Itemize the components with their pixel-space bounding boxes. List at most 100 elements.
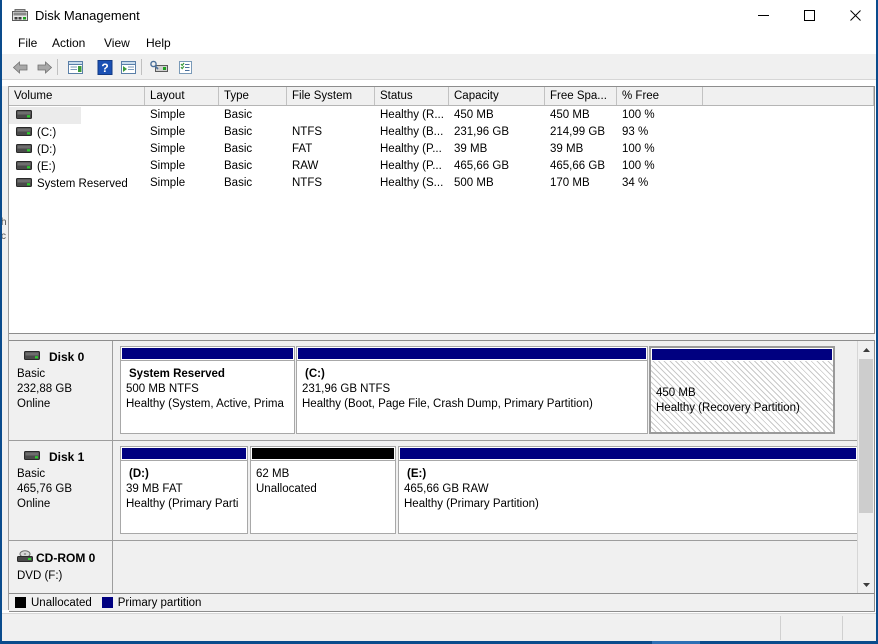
legend-label-unallocated: Unallocated: [31, 596, 92, 609]
console-tree-stub[interactable]: hc: [2, 86, 9, 610]
partition-block[interactable]: 62 MB Unallocated: [250, 446, 396, 534]
menu-file[interactable]: File: [12, 35, 43, 52]
cell-free-space: 465,66 GB: [550, 160, 605, 172]
partition-block[interactable]: System Reserved 500 MB NTFS Healthy (Syste…: [120, 346, 295, 434]
column-header-layout[interactable]: Layout: [145, 87, 219, 105]
back-arrow-icon[interactable]: [9, 57, 31, 77]
volume-name-cell[interactable]: [9, 107, 81, 124]
partition-block[interactable]: (E:) 465,66 GB RAW Healthy (Primary Partit…: [398, 446, 858, 534]
volume-row[interactable]: Simple Basic Healthy (R... 450 MB 450 MB 100 …: [9, 107, 874, 124]
disk-size-label: 465,76 GB: [17, 483, 72, 495]
volume-row[interactable]: System Reserved Simple Basic NTFS Healthy (S…: [9, 175, 874, 192]
column-header-type[interactable]: Type: [219, 87, 287, 105]
partition-color-bar: [251, 447, 395, 460]
scrollbar-thumb[interactable]: [859, 359, 873, 513]
cell-pct-free: 93 %: [622, 126, 649, 138]
column-header-free[interactable]: % Free: [617, 87, 703, 105]
disk-type-label: Basic: [17, 468, 46, 480]
maximize-button[interactable]: [786, 0, 832, 31]
column-header-free-spa[interactable]: Free Spa...: [545, 87, 617, 105]
cell-file-system: [287, 107, 375, 124]
cell-capacity: 39 MB: [454, 143, 488, 155]
volume-name-cell[interactable]: (C:): [9, 124, 145, 141]
svg-text:?: ?: [101, 61, 108, 75]
cell-free-space: 39 MB: [550, 143, 584, 155]
partition-status: Healthy (Boot, Page File, Crash Dump, Pr…: [302, 398, 593, 410]
cell-pct-free: 100 %: [622, 109, 655, 121]
rescan-disks-icon[interactable]: [148, 57, 170, 77]
disk-state-label: Online: [17, 398, 51, 410]
forward-arrow-icon[interactable]: [33, 57, 55, 77]
toolbar-separator-1: [57, 59, 58, 75]
cell-status: Healthy (S...: [380, 177, 444, 189]
column-header-status[interactable]: Status: [375, 87, 449, 105]
cell-layout: Simple: [150, 126, 186, 138]
menu-action[interactable]: Action: [46, 35, 91, 52]
drive-icon: [9, 126, 37, 140]
partition-block[interactable]: (D:) 39 MB FAT Healthy (Primary Parti: [120, 446, 248, 534]
cdrom-row: CD-ROM 0 DVD (F:): [9, 541, 857, 593]
volume-name-label: (D:): [37, 143, 57, 156]
menu-view[interactable]: View: [98, 35, 136, 52]
partition-details: 450 MB Healthy (Recovery Partition): [651, 361, 833, 432]
show-window-icon[interactable]: [117, 57, 139, 77]
close-button[interactable]: [832, 0, 878, 31]
cdrom-media-label: DVD (F:): [17, 570, 63, 582]
cell-type: Basic: [224, 109, 253, 121]
help-icon[interactable]: ?: [94, 57, 116, 77]
scroll-up-button[interactable]: [858, 341, 874, 358]
cell-file-system: NTFS: [292, 126, 323, 138]
legend-bar: Unallocated Primary partition: [9, 594, 875, 612]
console-tree-stub-text: hc: [2, 216, 7, 244]
disk-management-icon: [12, 9, 28, 23]
column-header-capacity[interactable]: Capacity: [449, 87, 545, 105]
partition-details: 62 MB Unallocated: [251, 460, 395, 533]
action-list-icon[interactable]: [174, 57, 196, 77]
status-bar-divider-2: [842, 616, 843, 640]
volume-row[interactable]: (C:) Simple Basic NTFS Healthy (B... 231,96 G…: [9, 124, 874, 141]
partition-details: (C:) 231,96 GB NTFS Healthy (Boot, Page Fi…: [297, 360, 647, 433]
scroll-down-button[interactable]: [858, 576, 874, 593]
volume-name-label: (C:): [37, 126, 57, 139]
disk-title: Disk 1: [17, 450, 112, 464]
menu-help[interactable]: Help: [140, 35, 177, 52]
volume-name-cell[interactable]: System Reserved: [9, 175, 145, 192]
toolbar-separator-2: [141, 59, 142, 75]
partition-label: (C:): [305, 368, 325, 380]
minimize-button[interactable]: [740, 0, 786, 31]
cell-type: Basic: [224, 160, 253, 172]
partition-status: Healthy (Primary Partition): [404, 498, 539, 510]
cell-capacity: 231,96 GB: [454, 126, 509, 138]
cell-status: Healthy (R...: [380, 109, 444, 121]
column-header-blank[interactable]: [703, 87, 874, 105]
partition-size-fs: 39 MB FAT: [126, 483, 183, 495]
partition-details: (D:) 39 MB FAT Healthy (Primary Parti: [121, 460, 247, 533]
disk-size-label: 232,88 GB: [17, 383, 72, 395]
drive-icon: [9, 143, 37, 157]
disk-info-panel[interactable]: Disk 1 Basic 465,76 GB Online: [9, 441, 113, 540]
volume-row[interactable]: (E:) Simple Basic RAW Healthy (P... 465,66 GB…: [9, 158, 874, 175]
graphical-pane-scrollbar[interactable]: [857, 341, 874, 593]
status-bar-divider-1: [780, 616, 781, 640]
status-bar: [2, 613, 876, 641]
partition-color-bar: [297, 347, 647, 360]
cdrom-info-panel[interactable]: CD-ROM 0 DVD (F:): [9, 541, 113, 593]
partition-size-fs: 465,66 GB RAW: [404, 483, 489, 495]
volume-name-cell[interactable]: (E:): [9, 158, 145, 175]
partition-block[interactable]: (C:) 231,96 GB NTFS Healthy (Boot, Page Fi…: [296, 346, 648, 434]
partition-details: (E:) 465,66 GB RAW Healthy (Primary Partit…: [399, 460, 857, 533]
properties-window-icon[interactable]: [64, 57, 86, 77]
column-header-volume[interactable]: Volume: [9, 87, 145, 105]
disk-row: Disk 1 Basic 465,76 GB Online (D:) 39 MB FAT H…: [9, 441, 858, 541]
column-header-file-system[interactable]: File System: [287, 87, 375, 105]
volume-row[interactable]: (D:) Simple Basic FAT Healthy (P... 39 MB 39 M…: [9, 141, 874, 158]
volume-name-label: System Reserved: [37, 177, 128, 190]
disk-state-label: Online: [17, 498, 51, 510]
cell-capacity: 450 MB: [454, 109, 494, 121]
volume-name-cell[interactable]: (D:): [9, 141, 145, 158]
partition-color-bar: [121, 347, 294, 360]
partition-block[interactable]: 450 MB Healthy (Recovery Partition): [649, 346, 835, 434]
disk-info-panel[interactable]: Disk 0 Basic 232,88 GB Online: [9, 341, 113, 440]
cell-status: Healthy (P...: [380, 143, 442, 155]
partition-label: (E:): [407, 468, 427, 480]
